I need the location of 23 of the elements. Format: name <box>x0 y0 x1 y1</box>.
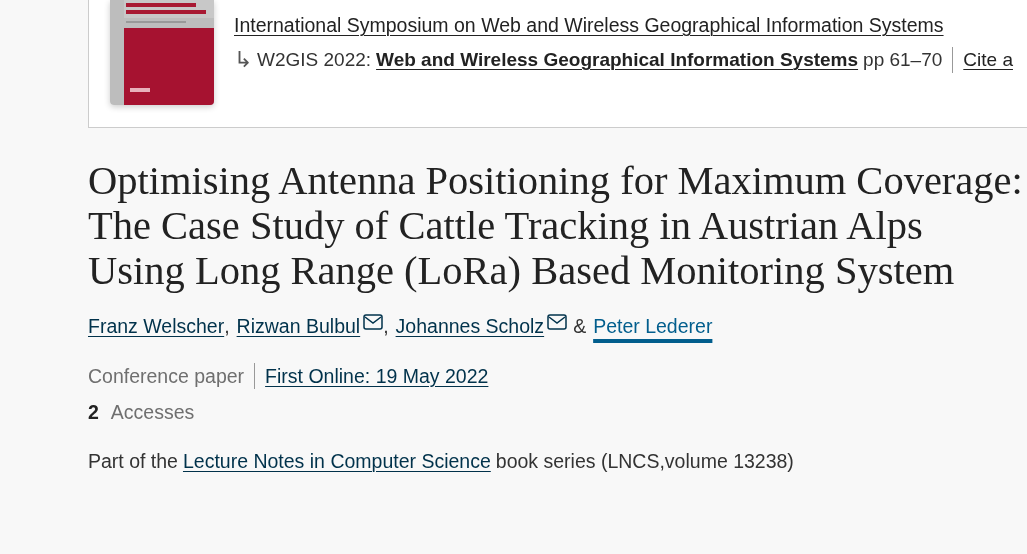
author-separator: & <box>573 315 587 338</box>
mail-icon[interactable] <box>363 313 384 330</box>
page-range: pp 61–70 <box>863 49 943 71</box>
series-prefix: Part of the <box>88 450 178 473</box>
author-link[interactable]: Johannes Scholz <box>395 315 545 338</box>
series-info: book series (LNCS,volume 13238) <box>495 450 794 473</box>
first-online-link[interactable]: First Online: 19 May 2022 <box>265 364 489 388</box>
author-link[interactable]: Peter Lederer <box>593 315 713 338</box>
return-arrow-icon: ↳ <box>234 47 252 73</box>
series-link[interactable]: Lecture Notes in Computer Science <box>182 450 491 473</box>
conference-link[interactable]: International Symposium on Web and Wireless Geographical Information Systems <box>234 14 1013 37</box>
author-link[interactable]: Rizwan Bulbul <box>236 315 361 338</box>
book-title-link[interactable]: Web and Wireless Geographical Information Systems <box>376 49 859 71</box>
author-link[interactable]: Franz Welscher <box>88 315 225 338</box>
access-label: Accesses <box>110 401 195 424</box>
author-separator: , <box>383 315 389 338</box>
mail-icon[interactable] <box>547 313 568 330</box>
paper-title: Optimising Antenna Positioning for Maximum Coverage: The Case Study of Cattle Tracking in Austrian Alps Using Long Range (LoRa) Based Monitoring System <box>88 158 1023 293</box>
content-type: Conference paper <box>88 364 245 388</box>
cite-link[interactable]: Cite a <box>963 49 1013 71</box>
author-separator: , <box>224 315 230 338</box>
event-label: W2GIS 2022: <box>257 49 372 71</box>
access-count: 2 <box>88 401 99 424</box>
